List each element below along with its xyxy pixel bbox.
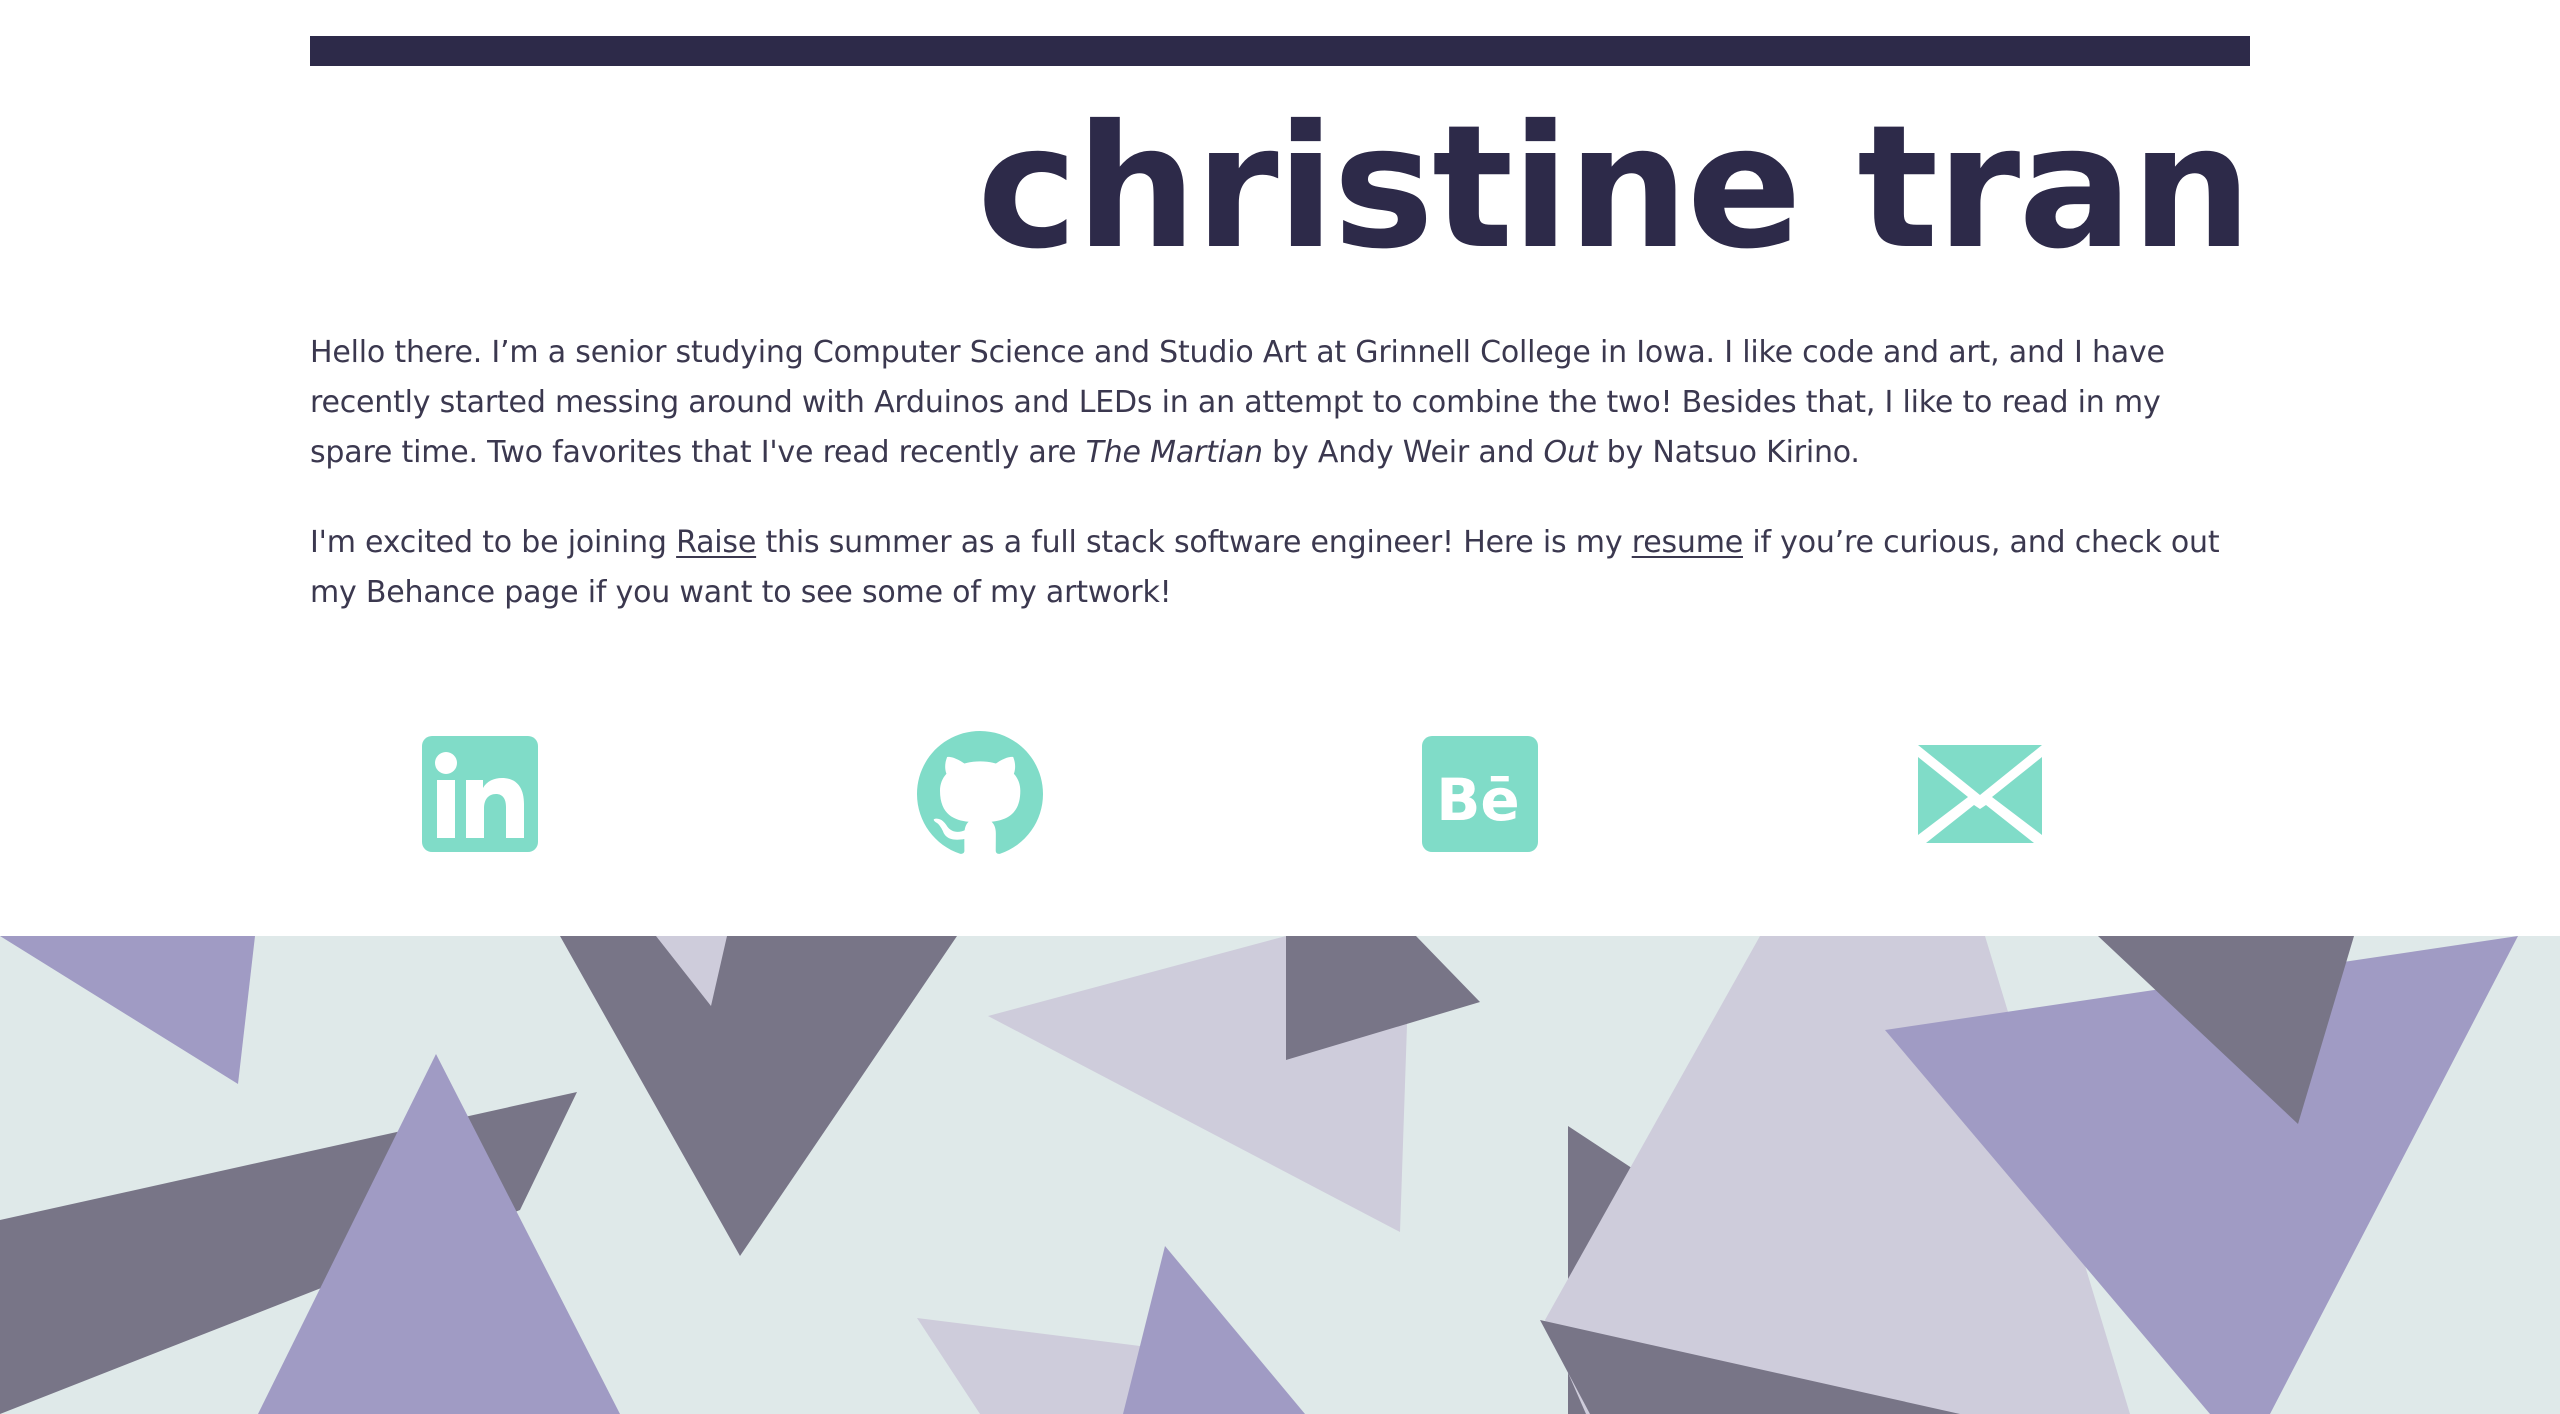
svg-text:Bē: Bē (1436, 766, 1520, 834)
bio-text: by Natsuo Kirino. (1597, 435, 1860, 470)
bio-text: I'm excited to be joining (310, 525, 677, 560)
page-title: christine tran (977, 89, 2252, 287)
raise-link[interactable]: Raise (676, 525, 756, 560)
triangle-pattern-graphic (0, 936, 2518, 1414)
mail-icon (1918, 745, 2042, 843)
bio-text: this summer as a full stack software eng… (756, 525, 1632, 560)
bio-section: Hello there. I’m a senior studying Compu… (310, 328, 2250, 658)
bio-paragraph-2: I'm excited to be joining Raise this sum… (310, 518, 2250, 618)
behance-icon: Bē (1422, 736, 1538, 852)
bio-paragraph-1: Hello there. I’m a senior studying Compu… (310, 328, 2250, 478)
resume-link[interactable]: resume (1632, 525, 1743, 560)
email-link[interactable] (1910, 714, 2050, 874)
book-title: Out (1543, 435, 1598, 470)
github-link[interactable] (910, 714, 1050, 874)
bio-text: by Andy Weir and (1262, 435, 1544, 470)
page: christine tran Hello there. I’m a senior… (0, 0, 2560, 1414)
linkedin-link[interactable] (410, 714, 550, 874)
book-title: The Martian (1085, 435, 1263, 470)
decorative-triangle-pattern (0, 936, 2560, 1414)
behance-link[interactable]: Bē (1410, 714, 1550, 874)
top-accent-bar (310, 36, 2250, 66)
linkedin-icon (422, 736, 538, 852)
social-links: Bē (310, 714, 2250, 874)
github-icon (917, 731, 1043, 854)
